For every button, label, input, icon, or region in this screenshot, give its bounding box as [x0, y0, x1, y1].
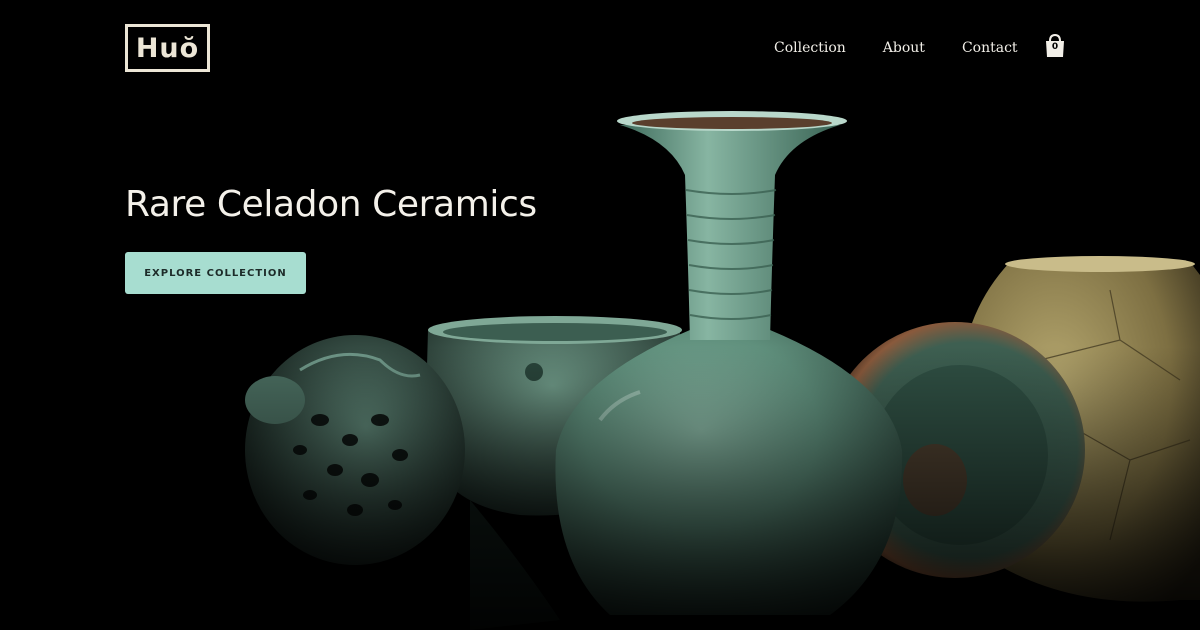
nav-link-collection[interactable]: Collection	[774, 38, 846, 58]
brand-logo[interactable]: Huŏ	[125, 24, 210, 72]
nav-link-contact[interactable]: Contact	[962, 38, 1018, 58]
cart-button[interactable]: 0	[1043, 33, 1067, 59]
nav-link-about[interactable]: About	[883, 38, 925, 58]
main-nav: Collection About Contact	[774, 38, 1018, 58]
cart-count-badge: 0	[1051, 42, 1059, 52]
explore-collection-button[interactable]: EXPLORE COLLECTION	[125, 252, 306, 294]
ceramics-photo	[0, 0, 1200, 630]
hero-section: Huŏ Collection About Contact 0 Rare Cela…	[0, 0, 1200, 630]
hero-title: Rare Celadon Ceramics	[125, 184, 537, 225]
